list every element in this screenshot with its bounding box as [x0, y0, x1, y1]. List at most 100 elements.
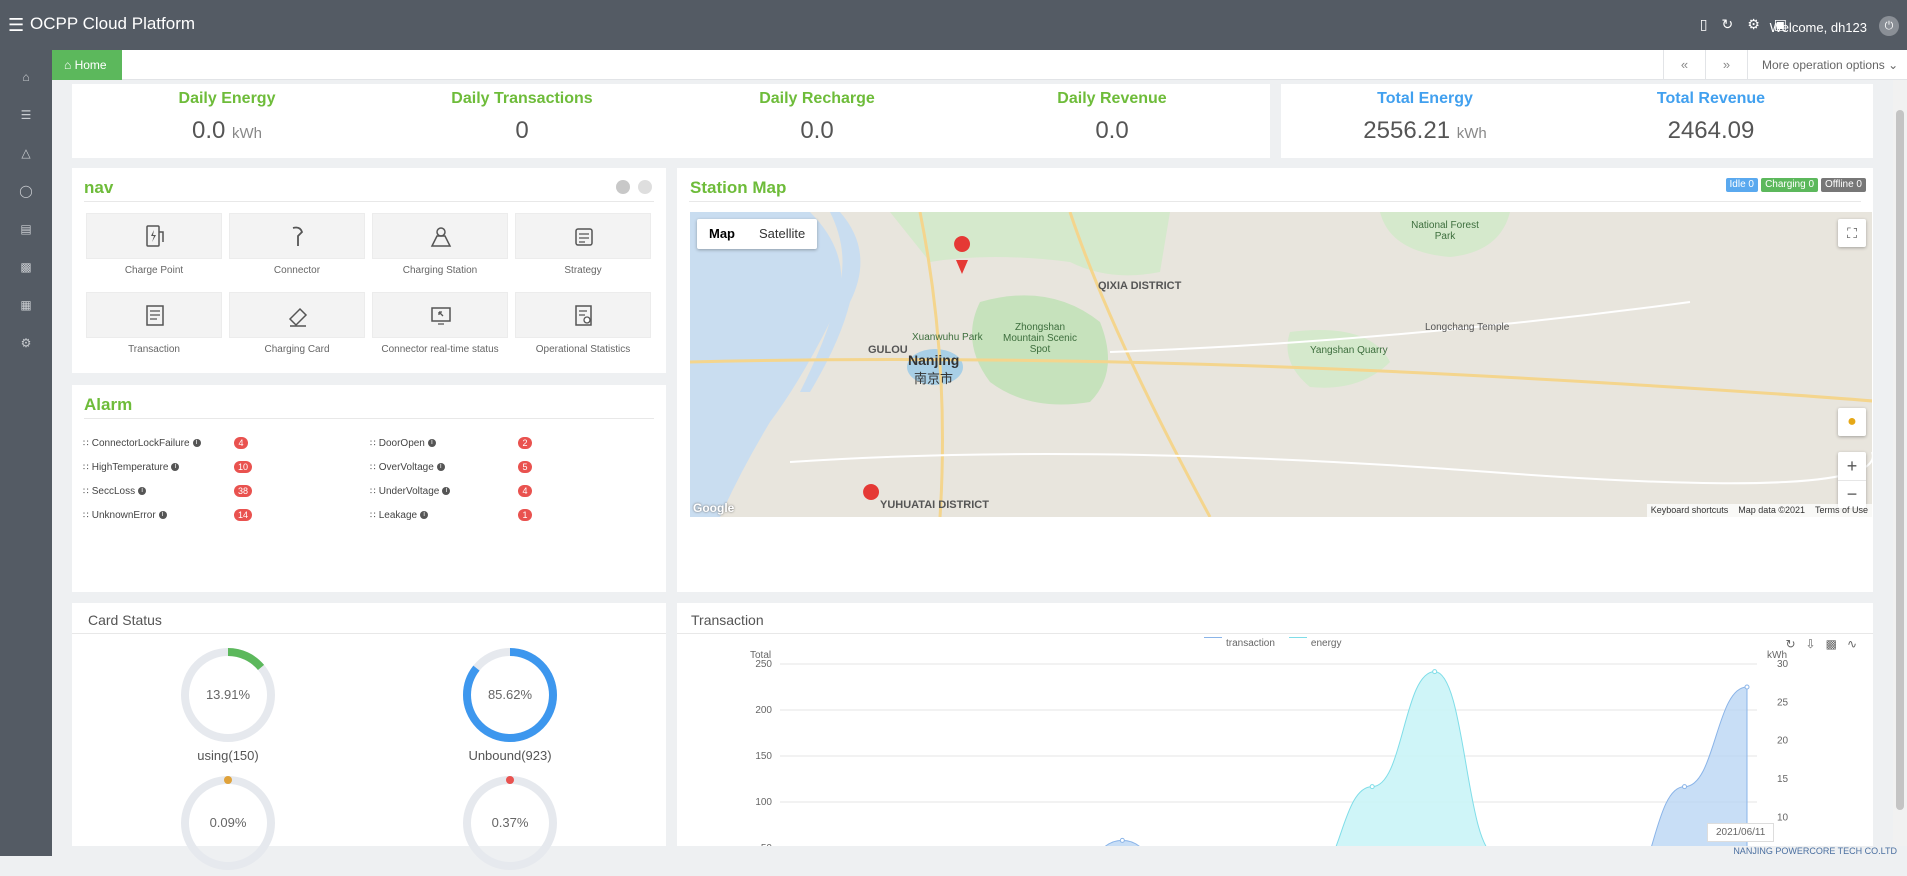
daily-transactions-stat: Daily Transactions 0 — [442, 90, 602, 145]
alarm-count-badge: 38 — [234, 485, 253, 497]
list-icon[interactable]: ☰ — [17, 106, 35, 124]
home-icon[interactable]: ⌂ — [17, 68, 35, 86]
tab-home[interactable]: ⌂ Home — [52, 50, 122, 80]
station-map[interactable]: Nanjing 南京市 GULOU QIXIA DISTRICT YUHUATA… — [690, 212, 1872, 517]
card-status-title: Card Status — [88, 612, 162, 628]
alarm-count-badge: 5 — [518, 461, 532, 473]
map-poi-label: National Forest Park — [1411, 220, 1479, 242]
settings-icon[interactable]: ⚙ — [1747, 16, 1760, 33]
alarm-name: DoorOpen — [378, 438, 425, 449]
info-icon[interactable]: i — [442, 487, 451, 496]
map-poi-label: Xuanwuhu Park — [912, 332, 983, 343]
daily-revenue-label: Daily Revenue — [1057, 90, 1167, 107]
transaction-title: Transaction — [691, 612, 764, 628]
nav-item-transaction[interactable]: Transaction — [86, 292, 222, 355]
transaction-chart: 501001502002501015202530TotalkWh — [750, 650, 1789, 846]
daily-recharge-label: Daily Recharge — [759, 90, 875, 107]
info-icon[interactable]: i — [427, 439, 436, 448]
refresh-icon[interactable]: ↻ — [1721, 16, 1733, 33]
nav-item-connector[interactable]: Connector — [229, 213, 365, 276]
alarm-item[interactable]: ∷ UnknownError i — [83, 508, 167, 522]
map-poi-label: Longchang Temple — [1425, 322, 1510, 333]
nav-panel: nav Charge Point Connector Charging Stat… — [72, 168, 666, 373]
info-icon[interactable]: i — [192, 439, 201, 448]
close-dot-icon[interactable] — [638, 180, 652, 194]
gear-icon[interactable]: ⚙ — [17, 334, 35, 352]
zoom-in-icon[interactable]: + — [1838, 452, 1866, 480]
more-operation-options[interactable]: More operation options ⌄ — [1747, 50, 1907, 80]
donut-unbound: 85.62% Unbound(923) — [462, 647, 558, 763]
page-scrollbar[interactable] — [1893, 80, 1907, 846]
alarm-count-badge: 14 — [234, 509, 253, 521]
pegman-icon[interactable]: ● — [1838, 408, 1866, 436]
info-icon[interactable]: i — [436, 463, 445, 472]
alarm-item[interactable]: ∷ UnderVoltage i — [370, 484, 451, 498]
donut-percent: 0.37% — [491, 815, 529, 830]
transaction-area — [1105, 686, 1748, 846]
tab-scroll-right-icon[interactable]: » — [1705, 50, 1747, 80]
chart-tooltip: 2021/06/11 — [1707, 823, 1775, 842]
clipboard-icon[interactable]: ▩ — [17, 258, 35, 276]
alarm-count-badge: 2 — [518, 437, 532, 449]
daily-stats-panel: Daily Energy 0.0 kWh Daily Transactions … — [72, 84, 1270, 158]
alarm-item[interactable]: ∷ DoorOpen i — [370, 436, 436, 450]
nav-item-label: Charging Card — [264, 344, 330, 355]
nav-item-charging-station[interactable]: Charging Station — [372, 213, 508, 276]
alarm-item[interactable]: ∷ Leakage i — [370, 508, 429, 522]
station-map-title: Station Map — [690, 178, 787, 197]
map-attribution: Keyboard shortcuts Map data ©2021 Terms … — [1646, 504, 1872, 517]
y-tick-label: 50 — [761, 843, 773, 846]
keyboard-shortcuts-link[interactable]: Keyboard shortcuts — [1651, 504, 1729, 517]
donut-caption: using(150) — [197, 748, 259, 763]
top-bar: ☰ OCPP Cloud Platform ▯ ↻ ⚙ ▣ Welcome, d… — [0, 0, 1907, 50]
total-energy-stat: Total Energy 2556.21 kWh — [1345, 90, 1505, 145]
grid-icon: ∷ — [83, 438, 89, 448]
alarm-name: SeccLoss — [91, 486, 136, 497]
nav-item-charge-point[interactable]: Charge Point — [86, 213, 222, 276]
tab-scroll-left-icon[interactable]: « — [1663, 50, 1705, 80]
y2-tick-label: 20 — [1777, 736, 1789, 747]
globe-icon[interactable]: ◯ — [17, 182, 35, 200]
nav-item-label: Transaction — [128, 344, 180, 355]
info-icon[interactable]: i — [138, 487, 147, 496]
alarm-panel: Alarm ∷ ConnectorLockFailure i 4 ∷ DoorOpen… — [72, 385, 666, 592]
donut-percent: 85.62% — [487, 687, 533, 702]
alarm-item[interactable]: ∷ ConnectorLockFailure i — [83, 436, 201, 450]
map-type-map-button[interactable]: Map — [697, 219, 747, 249]
donut-using: 13.91% using(150) — [180, 647, 276, 763]
nav-item-connector-realtime-status[interactable]: Connector real-time status — [372, 292, 508, 355]
info-icon[interactable]: i — [171, 463, 180, 472]
report-icon[interactable]: ▦ — [17, 296, 35, 314]
map-fullscreen-icon[interactable]: ⛶ — [1838, 219, 1866, 247]
energy-point — [1432, 669, 1438, 675]
alarm-title: Alarm — [84, 395, 133, 414]
y2-tick-label: 25 — [1777, 697, 1789, 708]
nav-item-label: Charge Point — [124, 265, 184, 276]
welcome-text: Welcome, dh123 — [1769, 20, 1867, 35]
fullscreen-icon[interactable]: ▯ — [1700, 16, 1708, 33]
nav-item-strategy[interactable]: Strategy — [515, 213, 651, 276]
terms-of-use-link[interactable]: Terms of Use — [1815, 504, 1868, 517]
alarm-item[interactable]: ∷ SeccLoss i — [83, 484, 147, 498]
alarm-item[interactable]: ∷ HighTemperature i — [83, 460, 180, 474]
sidebar: ⌂ ☰ △ ◯ ▤ ▩ ▦ ⚙ — [0, 50, 52, 856]
card-icon[interactable]: ▤ — [17, 220, 35, 238]
info-icon[interactable]: i — [420, 511, 429, 520]
info-icon[interactable]: i — [158, 511, 167, 520]
nav-item-operational-statistics[interactable]: Operational Statistics — [515, 292, 651, 355]
scrollbar-thumb[interactable] — [1896, 110, 1904, 810]
alarm-name: HighTemperature — [91, 462, 169, 473]
collapse-dot-icon[interactable] — [616, 180, 630, 194]
total-revenue-value: 2464.09 — [1667, 117, 1755, 144]
map-type-satellite-button[interactable]: Satellite — [747, 219, 817, 249]
nav-item-charging-card[interactable]: Charging Card — [229, 292, 365, 355]
alarm-item[interactable]: ∷ OverVoltage i — [370, 460, 445, 474]
station-icon[interactable]: △ — [17, 144, 35, 162]
power-icon[interactable]: ⏻ — [1879, 16, 1899, 36]
statistics-icon — [575, 305, 592, 326]
charge-point-icon — [146, 225, 164, 247]
total-energy-unit: kWh — [1456, 125, 1487, 142]
grid-icon: ∷ — [370, 510, 376, 520]
menu-toggle-icon[interactable]: ☰ — [8, 15, 24, 36]
donut-percent: 13.91% — [205, 687, 251, 702]
